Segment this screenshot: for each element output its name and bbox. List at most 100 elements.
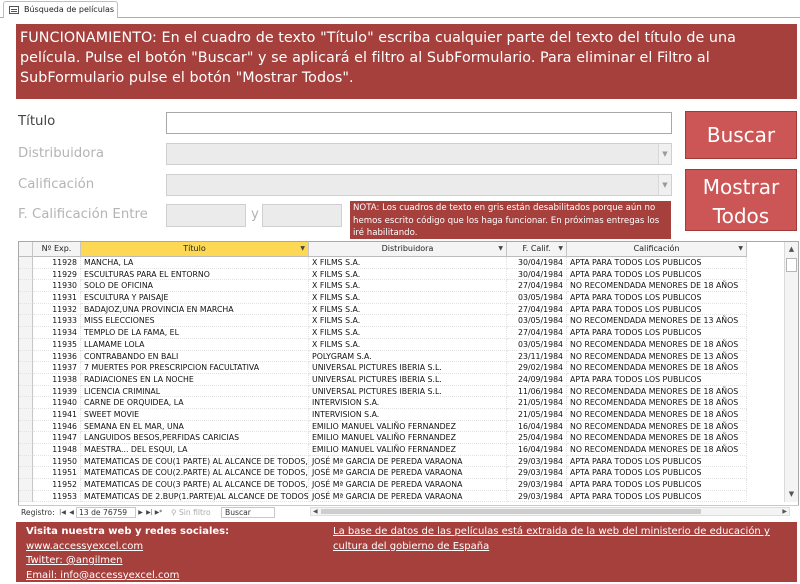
table-cell[interactable]: 11941	[33, 408, 81, 421]
row-selector[interactable]	[19, 373, 33, 386]
row-selector[interactable]	[19, 467, 33, 480]
table-cell[interactable]: NO RECOMENDADA MENORES DE 18 AÑOS	[567, 420, 747, 433]
table-cell[interactable]: 30/04/1984	[507, 268, 567, 281]
table-cell[interactable]: 11933	[33, 315, 81, 328]
row-selector[interactable]	[19, 280, 33, 293]
table-cell[interactable]: NO RECOMENDADA MENORES DE 18 AÑOS	[567, 385, 747, 398]
table-cell[interactable]: CONTRABANDO EN BALI	[81, 350, 309, 363]
buscar-button[interactable]: Buscar	[685, 111, 797, 159]
table-cell[interactable]: 03/05/1984	[507, 315, 567, 328]
previous-record-icon[interactable]: ◀	[67, 509, 76, 516]
table-cell[interactable]: 11953	[33, 490, 81, 503]
table-row[interactable]: 11931 ESCULTURA Y PAISAJE X FILMS S.A. 03/0…	[19, 292, 747, 304]
table-cell[interactable]: APTA PARA TODOS LOS PUBLICOS	[567, 467, 747, 480]
row-selector[interactable]	[19, 432, 33, 444]
table-row[interactable]: 11940 CARNE DE ORQUIDEA, LA INTERVISION S.…	[19, 397, 747, 409]
row-selector[interactable]	[19, 444, 33, 456]
table-cell[interactable]: NO RECOMENDADA MENORES DE 18 AÑOS	[567, 362, 747, 374]
table-row[interactable]: 11934 TEMPLO DE LA FAMA, EL X FILMS S.A. 27…	[19, 327, 747, 339]
table-cell[interactable]: 27/04/1984	[507, 303, 567, 316]
table-cell[interactable]: 11932	[33, 303, 81, 316]
new-record-icon[interactable]: ▶*	[154, 509, 163, 516]
table-cell[interactable]: 29/03/1984	[507, 490, 567, 503]
chevron-down-icon[interactable]: ▼	[300, 242, 305, 256]
table-cell[interactable]: 21/05/1984	[507, 397, 567, 409]
table-row[interactable]: 11936 CONTRABANDO EN BALI POLYGRAM S.A. 23/…	[19, 350, 747, 363]
row-selector[interactable]	[19, 455, 33, 468]
table-cell[interactable]: MAESTRA... DEL ESQUI, LA	[81, 444, 309, 456]
chevron-down-icon[interactable]: ▼	[558, 242, 563, 256]
row-selector[interactable]	[19, 397, 33, 409]
table-cell[interactable]: SEMANA EN EL MAR, UNA	[81, 420, 309, 433]
table-cell[interactable]: APTA PARA TODOS LOS PUBLICOS	[567, 303, 747, 316]
mostrar-todos-button[interactable]: Mostrar Todos	[685, 169, 797, 231]
table-cell[interactable]: MISS ELECCIONES	[81, 315, 309, 328]
select-all-corner[interactable]	[19, 242, 33, 257]
row-selector[interactable]	[19, 327, 33, 339]
table-cell[interactable]: NO RECOMENDADA MENORES DE 13 AÑOS	[567, 315, 747, 328]
table-cell[interactable]: 27/04/1984	[507, 327, 567, 339]
table-row[interactable]: 11937 7 MUERTES POR PRESCRIPCION FACULTAT…	[19, 362, 747, 374]
table-cell[interactable]: APTA PARA TODOS LOS PUBLICOS	[567, 479, 747, 491]
table-cell[interactable]: 7 MUERTES POR PRESCRIPCION FACULTATIVA	[81, 362, 309, 374]
table-cell[interactable]: TEMPLO DE LA FAMA, EL	[81, 327, 309, 339]
table-cell[interactable]: APTA PARA TODOS LOS PUBLICOS	[567, 257, 747, 269]
table-row[interactable]: 11930 SOLO DE OFICINA X FILMS S.A. 27/04/19…	[19, 280, 747, 293]
table-row[interactable]: 11953 MATEMATICAS DE 2.BUP(1.PARTE)AL ALC…	[19, 490, 747, 503]
row-selector[interactable]	[19, 385, 33, 398]
scroll-down-icon[interactable]: ▼	[785, 488, 798, 501]
table-row[interactable]: 11935 LLAMAME LOLA X FILMS S.A. 03/05/1984 N…	[19, 338, 747, 351]
email-link[interactable]: Email: info@accessyexcel.com	[26, 570, 179, 581]
table-cell[interactable]: X FILMS S.A.	[309, 315, 507, 328]
table-cell[interactable]: EMILIO MANUEL VALIÑO FERNANDEZ	[309, 420, 507, 433]
table-cell[interactable]: 11937	[33, 362, 81, 374]
table-cell[interactable]: LLAMAME LOLA	[81, 338, 309, 351]
table-cell[interactable]: APTA PARA TODOS LOS PUBLICOS	[567, 373, 747, 386]
table-cell[interactable]: 29/03/1984	[507, 455, 567, 468]
table-cell[interactable]: EMILIO MANUEL VALIÑO FERNANDEZ	[309, 432, 507, 444]
row-selector[interactable]	[19, 479, 33, 491]
table-cell[interactable]: APTA PARA TODOS LOS PUBLICOS	[567, 455, 747, 468]
table-cell[interactable]: 11950	[33, 455, 81, 468]
table-cell[interactable]: APTA PARA TODOS LOS PUBLICOS	[567, 490, 747, 503]
table-cell[interactable]: X FILMS S.A.	[309, 280, 507, 293]
table-cell[interactable]: 23/11/1984	[507, 350, 567, 363]
table-cell[interactable]: UNIVERSAL PICTURES IBERIA S.L.	[309, 385, 507, 398]
table-row[interactable]: 11938 RADIACIONES EN LA NOCHE UNIVERSAL PI…	[19, 373, 747, 386]
header-fecha-calif[interactable]: F. Calif. ▼	[507, 242, 567, 257]
table-cell[interactable]: 11929	[33, 268, 81, 281]
table-cell[interactable]: 11938	[33, 373, 81, 386]
table-cell[interactable]: JOSÉ Mª GARCIA DE PEREDA VARAONA	[309, 479, 507, 491]
scroll-right-icon[interactable]: ▶	[782, 508, 787, 516]
table-row[interactable]: 11948 MAESTRA... DEL ESQUI, LA EMILIO MANU…	[19, 444, 747, 456]
row-selector[interactable]	[19, 303, 33, 316]
table-cell[interactable]: NO RECOMENDADA MENORES DE 18 AÑOS	[567, 444, 747, 456]
table-cell[interactable]: NO RECOMENDADA MENORES DE 18 AÑOS	[567, 397, 747, 409]
table-cell[interactable]: 11934	[33, 327, 81, 339]
row-selector[interactable]	[19, 420, 33, 433]
first-record-icon[interactable]: |◀	[58, 509, 67, 516]
chevron-down-icon[interactable]: ▼	[498, 242, 503, 256]
table-cell[interactable]: 29/03/1984	[507, 467, 567, 480]
table-cell[interactable]: 30/04/1984	[507, 257, 567, 269]
table-cell[interactable]: 11939	[33, 385, 81, 398]
row-selector[interactable]	[19, 292, 33, 304]
row-selector[interactable]	[19, 315, 33, 328]
website-link[interactable]: www.accessyexcel.com	[26, 541, 143, 552]
table-cell[interactable]: ESCULTURA Y PAISAJE	[81, 292, 309, 304]
table-cell[interactable]: X FILMS S.A.	[309, 257, 507, 269]
table-cell[interactable]: APTA PARA TODOS LOS PUBLICOS	[567, 268, 747, 281]
row-selector[interactable]	[19, 338, 33, 351]
table-cell[interactable]: INTERVISION S.A.	[309, 397, 507, 409]
table-cell[interactable]: 16/04/1984	[507, 444, 567, 456]
table-row[interactable]: 11933 MISS ELECCIONES X FILMS S.A. 03/05/19…	[19, 315, 747, 328]
row-selector[interactable]	[19, 350, 33, 363]
table-cell[interactable]: RADIACIONES EN LA NOCHE	[81, 373, 309, 386]
table-cell[interactable]: 11931	[33, 292, 81, 304]
table-cell[interactable]: NO RECOMENDADA MENORES DE 18 AÑOS	[567, 280, 747, 293]
table-cell[interactable]: 21/05/1984	[507, 408, 567, 421]
table-row[interactable]: 11929 ESCULTURAS PARA EL ENTORNO X FILMS S…	[19, 268, 747, 281]
table-row[interactable]: 11932 BADAJOZ,UNA PROVINCIA EN MARCHA X FI…	[19, 303, 747, 316]
table-cell[interactable]: 03/05/1984	[507, 338, 567, 351]
table-cell[interactable]: APTA PARA TODOS LOS PUBLICOS	[567, 327, 747, 339]
